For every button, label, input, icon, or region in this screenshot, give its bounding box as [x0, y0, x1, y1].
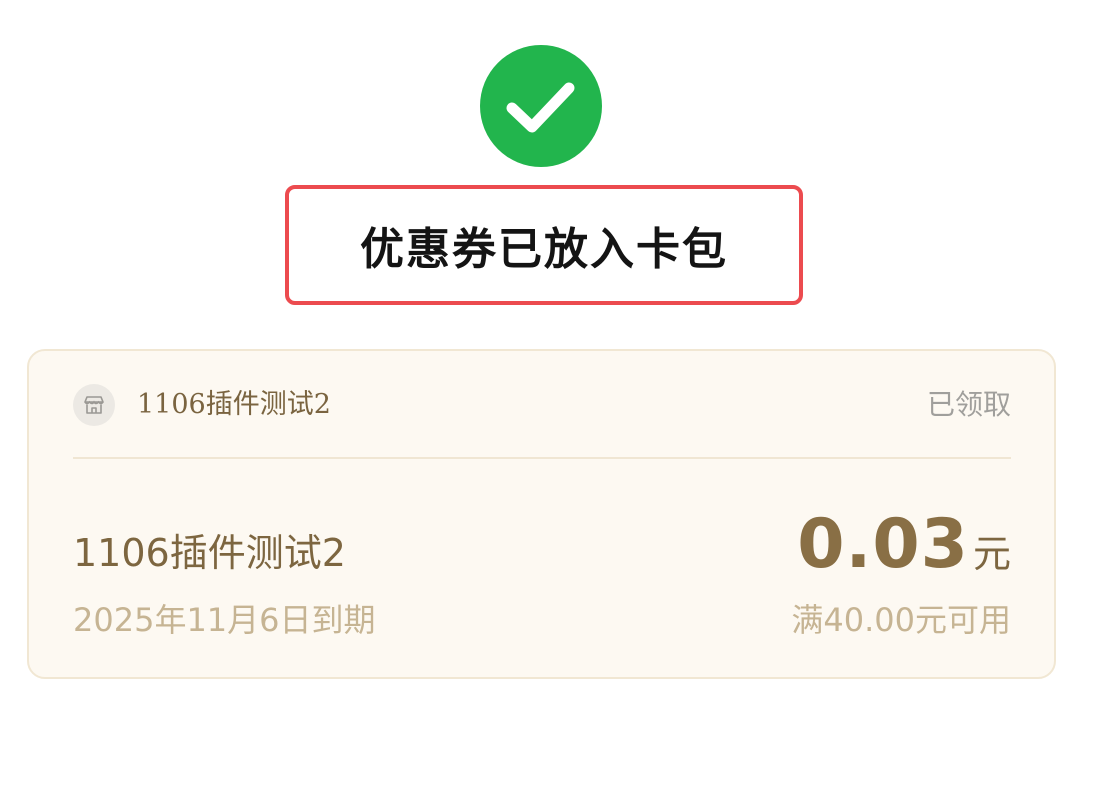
store-name: 1106插件测试2 — [137, 389, 331, 420]
store-glyph — [84, 396, 104, 414]
check-circle-icon — [480, 45, 602, 167]
amount-unit: 元 — [972, 532, 1011, 576]
coupon-received-page: 优惠券已放入卡包 1106插件测试2 已领取 1106插件测试2 2025年11… — [0, 0, 1098, 798]
coupon-name: 1106插件测试2 — [73, 531, 346, 575]
divider — [73, 457, 1011, 459]
coupon-card[interactable]: 1106插件测试2 已领取 1106插件测试2 2025年11月6日到期 0.0… — [27, 349, 1056, 679]
store-icon — [73, 384, 115, 426]
coupon-amount: 0.03 元 — [797, 507, 1011, 583]
success-message: 优惠券已放入卡包 — [360, 224, 728, 275]
expiry-date: 2025年11月6日到期 — [73, 601, 376, 639]
status-label: 已领取 — [926, 388, 1011, 421]
amount-value: 0.03 — [797, 505, 969, 584]
usage-condition: 满40.00元可用 — [791, 601, 1011, 639]
check-mark — [506, 82, 575, 133]
success-message-box: 优惠券已放入卡包 — [285, 185, 803, 305]
